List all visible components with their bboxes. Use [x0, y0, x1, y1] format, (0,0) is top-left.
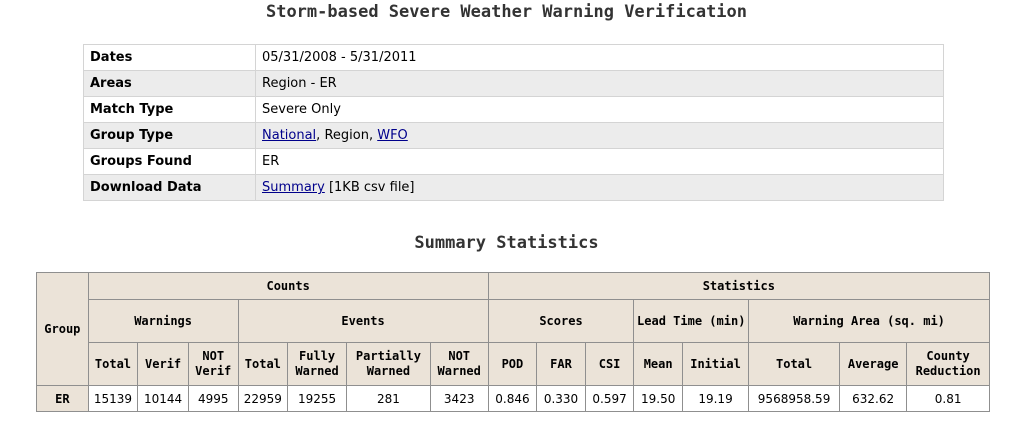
dates-label: Dates — [83, 44, 256, 71]
area-county-reduction-cell: 0.81 — [906, 385, 990, 412]
area-total-cell: 9568958.59 — [748, 385, 841, 412]
header-row-3: Total Verif NOT Verif Total Fully Warned… — [37, 342, 990, 386]
warnings-verif-header: Verif — [137, 342, 189, 386]
statistics-header: Statistics — [487, 272, 991, 300]
events-partially-warned-header: Partially Warned — [346, 342, 431, 386]
group-type-region: Region — [324, 128, 369, 143]
group-type-national-link[interactable]: National — [262, 128, 316, 143]
header-row-1: Group Counts Statistics — [36, 272, 991, 386]
events-fully-warned-cell: 19255 — [287, 385, 348, 412]
events-total-header: Total — [237, 342, 289, 386]
events-partially-warned-cell: 281 — [346, 385, 431, 412]
header-row-2: Warnings Events Scores Lead Time (min) W… — [37, 299, 990, 343]
csi-header: CSI — [584, 342, 635, 386]
far-cell: 0.330 — [536, 385, 586, 412]
download-data-value: Summary [1KB csv file] — [255, 174, 944, 201]
areas-label: Areas — [83, 70, 256, 97]
far-header: FAR — [536, 342, 586, 386]
warnings-total-cell: 15139 — [87, 385, 139, 412]
group-type-value: National, Region, WFO — [255, 122, 944, 149]
counts-header: Counts — [87, 272, 489, 300]
warnings-total-header: Total — [87, 342, 139, 386]
match-type-value: Severe Only — [255, 96, 944, 123]
area-average-cell: 632.62 — [839, 385, 908, 412]
table-row: ER 15139 10144 4995 22959 19255 281 3423… — [36, 385, 990, 412]
lead-time-header: Lead Time (min) — [633, 299, 750, 343]
warnings-header: Warnings — [87, 299, 239, 343]
pod-header: POD — [487, 342, 538, 386]
lead-time-initial-header: Initial — [681, 342, 750, 386]
group-type-wfo-link[interactable]: WFO — [377, 128, 408, 143]
summary-statistics-table: Group Counts Statistics Warnings Events … — [36, 272, 991, 412]
lead-time-mean-header: Mean — [633, 342, 683, 386]
events-not-warned-cell: 3423 — [429, 385, 489, 412]
events-total-cell: 22959 — [237, 385, 289, 412]
download-summary-link[interactable]: Summary — [262, 180, 325, 195]
query-info-table: Dates 05/31/2008 - 5/31/2011 Areas Regio… — [83, 44, 944, 201]
info-row-groups-found: Groups Found ER — [83, 148, 944, 175]
group-type-separator: , — [368, 128, 378, 143]
warnings-verif-cell: 10144 — [137, 385, 189, 412]
download-data-label: Download Data — [83, 174, 256, 201]
events-not-warned-header: NOT Warned — [429, 342, 489, 386]
row-group-cell: ER — [36, 385, 89, 412]
dates-value: 05/31/2008 - 5/31/2011 — [255, 44, 944, 71]
info-row-dates: Dates 05/31/2008 - 5/31/2011 — [83, 44, 944, 71]
group-header: Group — [36, 272, 89, 386]
info-row-match-type: Match Type Severe Only — [83, 96, 944, 123]
group-type-label: Group Type — [83, 122, 256, 149]
csi-cell: 0.597 — [584, 385, 635, 412]
info-row-areas: Areas Region - ER — [83, 70, 944, 97]
groups-found-value: ER — [255, 148, 944, 175]
lead-time-initial-cell: 19.19 — [681, 385, 750, 412]
summary-statistics-title: Summary Statistics — [414, 233, 599, 253]
areas-value: Region - ER — [255, 70, 944, 97]
lead-time-mean-cell: 19.50 — [633, 385, 683, 412]
area-total-header: Total — [748, 342, 841, 386]
events-header: Events — [237, 299, 489, 343]
area-county-reduction-header: County Reduction — [906, 342, 990, 386]
events-fully-warned-header: Fully Warned — [287, 342, 348, 386]
warning-area-header: Warning Area (sq. mi) — [748, 299, 990, 343]
info-row-group-type: Group Type National, Region, WFO — [83, 122, 944, 149]
groups-found-label: Groups Found — [83, 148, 256, 175]
info-row-download: Download Data Summary [1KB csv file] — [83, 174, 944, 201]
area-average-header: Average — [839, 342, 908, 386]
page-title: Storm-based Severe Weather Warning Verif… — [265, 2, 748, 22]
match-type-label: Match Type — [83, 96, 256, 123]
warnings-not-verif-cell: 4995 — [187, 385, 239, 412]
warnings-not-verif-header: NOT Verif — [187, 342, 239, 386]
scores-header: Scores — [487, 299, 635, 343]
download-file-note: [1KB csv file] — [324, 180, 415, 195]
pod-cell: 0.846 — [487, 385, 538, 412]
